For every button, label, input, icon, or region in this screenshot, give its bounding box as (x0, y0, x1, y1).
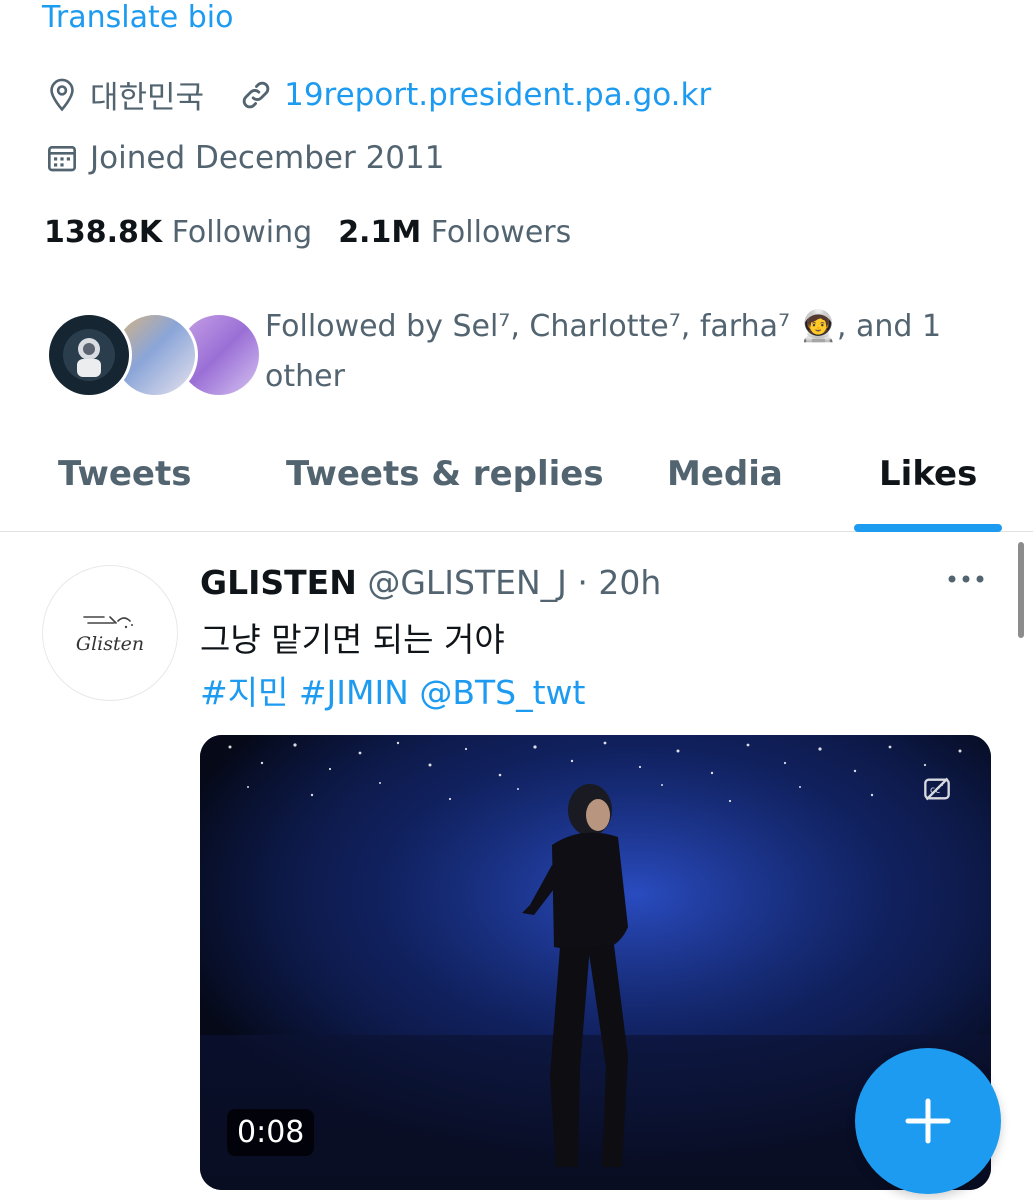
followers-count: 2.1M (338, 215, 422, 250)
tweet-time[interactable]: · 20h (577, 563, 661, 602)
followers-label: Followers (430, 215, 572, 250)
tweet-avatar-logo-text: Glisten (75, 633, 145, 655)
captions-off-icon[interactable]: cc (923, 775, 951, 807)
tab-tweets-replies[interactable]: Tweets & replies (286, 454, 604, 494)
profile-meta-row: 대한민국 19report.president.pa.go.kr (44, 72, 711, 117)
tweet-avatar[interactable]: Glisten (42, 565, 178, 701)
compose-tweet-button[interactable] (855, 1048, 1001, 1194)
tab-active-indicator (854, 524, 1002, 532)
tweet-hashtags[interactable]: #지민 #JIMIN @BTS_twt (200, 666, 585, 714)
tab-likes[interactable]: Likes (879, 454, 977, 494)
calendar-icon (44, 140, 80, 176)
tweet-header: GLISTEN @GLISTEN_J · 20h (200, 563, 661, 602)
location-pin-icon (44, 77, 80, 113)
tweet-author-handle[interactable]: @GLISTEN_J (367, 563, 567, 602)
profile-joined-date: Joined December 2011 (90, 140, 445, 176)
following-count: 138.8K (44, 215, 163, 250)
link-icon (238, 77, 274, 113)
more-dots-icon[interactable] (946, 571, 986, 590)
scrollbar[interactable] (1018, 542, 1024, 638)
followers-link[interactable]: 2.1M Followers (338, 215, 571, 250)
following-link[interactable]: 138.8K Following (44, 215, 312, 250)
video-duration-badge: 0:08 (227, 1109, 315, 1156)
plus-icon (905, 1098, 951, 1144)
followed-by-text[interactable]: Followed by Sel⁷, Charlotte⁷, farha⁷ 🧑‍🚀… (265, 302, 995, 402)
translate-bio-link[interactable]: Translate bio (42, 0, 233, 35)
profile-stats: 138.8K Following 2.1M Followers (44, 215, 571, 250)
logo-mark-icon (83, 616, 133, 629)
tweet-text: 그냥 맡기면 되는 거야 (200, 620, 505, 659)
tab-media[interactable]: Media (667, 454, 783, 494)
following-label: Following (171, 215, 313, 250)
profile-joined-row: Joined December 2011 (44, 140, 444, 176)
avatar (46, 312, 132, 398)
followed-by-avatars[interactable] (46, 312, 262, 400)
tweet-author-name[interactable]: GLISTEN (200, 563, 357, 602)
profile-website-link[interactable]: 19report.president.pa.go.kr (284, 77, 711, 113)
tab-tweets[interactable]: Tweets (58, 454, 191, 494)
profile-tabs: Tweets Tweets & replies Media Likes (0, 440, 1033, 532)
profile-location: 대한민국 (90, 80, 205, 116)
